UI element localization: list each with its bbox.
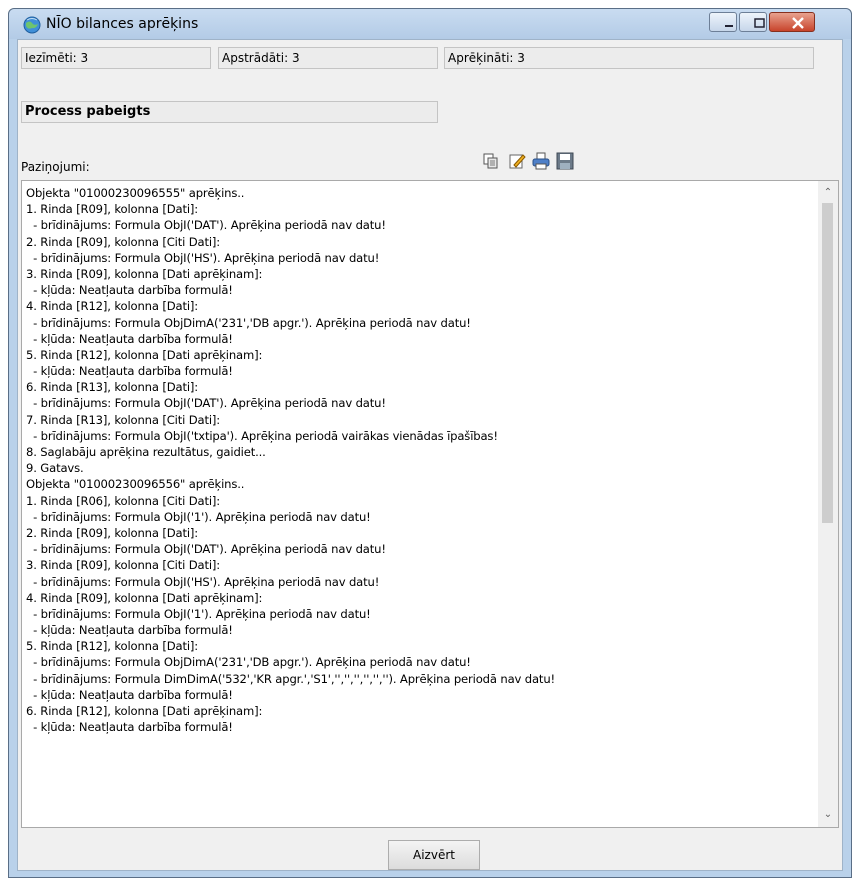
log-line: 6. Rinda [R12], kolonna [Dati aprēķinam]… xyxy=(26,704,263,718)
log-line: Objekta "01000230096556" aprēķins.. xyxy=(26,477,245,492)
window-title: NĪO bilances aprēķins xyxy=(46,16,199,32)
scroll-up-icon[interactable]: ⌃ xyxy=(818,185,838,201)
log-line: 6. Rinda [R13], kolonna [Dati]: xyxy=(26,380,199,395)
log-line: - brīdinājums: Formula ObjI('txtipa'). A… xyxy=(26,428,498,443)
messages-label: Paziņojumi: xyxy=(21,160,90,174)
save-icon[interactable] xyxy=(556,152,574,170)
title-bar[interactable]: NĪO bilances aprēķins xyxy=(9,9,851,39)
log-line: Objekta "01000230096555" aprēķins.. xyxy=(26,186,245,200)
log-line: - kļūda: Neatļauta darbība formulā! xyxy=(26,623,233,638)
processed-count: Apstrādāti: 3 xyxy=(218,47,438,69)
close-window-button[interactable] xyxy=(769,12,815,32)
log-line: 2. Rinda [R09], kolonna [Dati]: xyxy=(26,525,199,540)
marked-count: Iezīmēti: 3 xyxy=(21,47,211,69)
log-line: - brīdinājums: Formula DimDimA('532','KR… xyxy=(26,671,556,686)
log-line: 3. Rinda [R09], kolonna [Citi Dati]: xyxy=(26,558,221,573)
log-line: - brīdinājums: Formula ObjI('1'). Aprēķi… xyxy=(26,509,371,524)
log-line: - kļūda: Neatļauta darbība formulā! xyxy=(26,720,233,735)
log-line: - kļūda: Neatļauta darbība formulā! xyxy=(26,331,233,346)
log-line: 5. Rinda [R12], kolonna [Dati]: xyxy=(26,639,199,654)
messages-log[interactable]: Objekta "01000230096555" aprēķins.. 1. Ri… xyxy=(21,180,839,828)
log-line: 1. Rinda [R09], kolonna [Dati]: xyxy=(26,202,199,217)
log-line: - brīdinājums: Formula ObjI('HS'). Aprēķ… xyxy=(26,250,380,265)
dialog-window: NĪO bilances aprēķins Iezīmēti: 3 Apstrā… xyxy=(8,8,852,878)
close-icon xyxy=(792,17,804,29)
log-line: 3. Rinda [R09], kolonna [Dati aprēķinam]… xyxy=(26,266,263,281)
log-line: - brīdinājums: Formula ObjI('DAT'). Aprē… xyxy=(26,396,386,411)
calculated-count: Aprēķināti: 3 xyxy=(444,47,814,69)
maximize-button[interactable] xyxy=(739,12,767,32)
log-line: - brīdinājums: Formula ObjI('DAT'). Aprē… xyxy=(26,218,386,233)
log-line: - kļūda: Neatļauta darbība formulā! xyxy=(26,364,233,379)
log-line: 1. Rinda [R06], kolonna [Citi Dati]: xyxy=(26,493,221,508)
log-line: 2. Rinda [R09], kolonna [Citi Dati]: xyxy=(26,234,221,249)
scrollbar-thumb[interactable] xyxy=(822,203,833,523)
log-line: 5. Rinda [R12], kolonna [Dati aprēķinam]… xyxy=(26,347,263,362)
log-line: 7. Rinda [R13], kolonna [Citi Dati]: xyxy=(26,412,221,427)
copy-icon[interactable] xyxy=(482,152,500,170)
log-line: 4. Rinda [R12], kolonna [Dati]: xyxy=(26,299,199,314)
print-icon[interactable] xyxy=(532,152,550,170)
log-line: - brīdinājums: Formula ObjDimA('231','DB… xyxy=(26,315,471,330)
log-line: - brīdinājums: Formula ObjI('DAT'). Aprē… xyxy=(26,542,386,557)
minimize-button[interactable] xyxy=(709,12,737,32)
log-line: - brīdinājums: Formula ObjI('1'). Aprēķi… xyxy=(26,606,371,621)
log-line: - brīdinājums: Formula ObjI('HS'). Aprēķ… xyxy=(26,574,380,589)
log-line: 4. Rinda [R09], kolonna [Dati aprēķinam]… xyxy=(26,590,263,605)
edit-icon[interactable] xyxy=(508,152,526,170)
dialog-body: Iezīmēti: 3 Apstrādāti: 3 Aprēķināti: 3 … xyxy=(17,39,843,871)
close-button[interactable]: Aizvērt xyxy=(388,840,480,870)
log-line: - kļūda: Neatļauta darbība formulā! xyxy=(26,283,233,298)
log-line: - kļūda: Neatļauta darbība formulā! xyxy=(26,687,233,702)
vertical-scrollbar[interactable]: ⌃ ⌄ xyxy=(818,181,838,827)
log-line: 8. Saglabāju aprēķina rezultātus, gaidie… xyxy=(26,445,266,459)
log-line: 9. Gatavs. xyxy=(26,461,84,476)
app-globe-icon xyxy=(23,16,41,34)
log-line: - brīdinājums: Formula ObjDimA('231','DB… xyxy=(26,655,471,670)
messages-log-content: Objekta "01000230096555" aprēķins.. 1. Ri… xyxy=(26,185,814,735)
scroll-down-icon[interactable]: ⌄ xyxy=(818,807,838,823)
process-status: Process pabeigts xyxy=(21,101,438,123)
